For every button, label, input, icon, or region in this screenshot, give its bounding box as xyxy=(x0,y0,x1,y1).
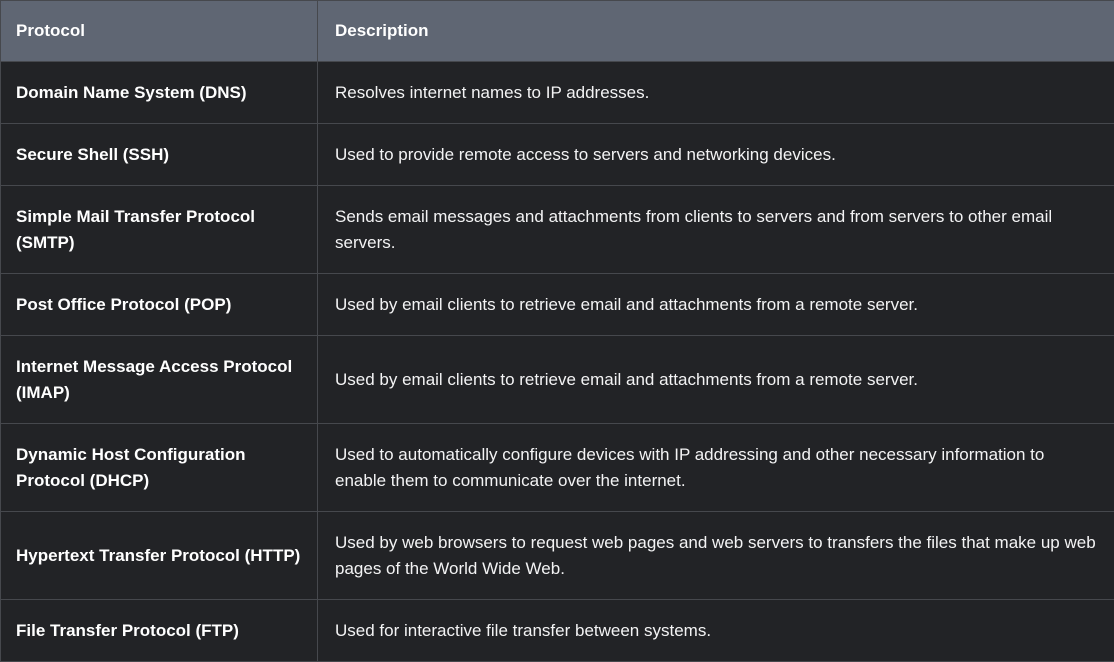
table-row: Simple Mail Transfer Protocol (SMTP) Sen… xyxy=(1,186,1114,274)
protocol-cell: Hypertext Transfer Protocol (HTTP) xyxy=(1,512,318,600)
table-row: Secure Shell (SSH) Used to provide remot… xyxy=(1,124,1114,186)
protocol-cell: Post Office Protocol (POP) xyxy=(1,274,318,336)
description-cell: Used to automatically configure devices … xyxy=(318,424,1114,512)
table-row: Post Office Protocol (POP) Used by email… xyxy=(1,274,1114,336)
protocol-cell: Dynamic Host Configuration Protocol (DHC… xyxy=(1,424,318,512)
table-header: Protocol Description xyxy=(1,1,1114,62)
table-row: File Transfer Protocol (FTP) Used for in… xyxy=(1,600,1114,662)
protocol-cell: File Transfer Protocol (FTP) xyxy=(1,600,318,662)
protocol-cell: Internet Message Access Protocol (IMAP) xyxy=(1,336,318,424)
table-row: Dynamic Host Configuration Protocol (DHC… xyxy=(1,424,1114,512)
table-row: Hypertext Transfer Protocol (HTTP) Used … xyxy=(1,512,1114,600)
protocol-cell: Simple Mail Transfer Protocol (SMTP) xyxy=(1,186,318,274)
table-header-row: Protocol Description xyxy=(1,1,1114,62)
description-cell: Used for interactive file transfer betwe… xyxy=(318,600,1114,662)
description-cell: Used by email clients to retrieve email … xyxy=(318,336,1114,424)
description-cell: Resolves internet names to IP addresses. xyxy=(318,62,1114,124)
description-cell: Used by email clients to retrieve email … xyxy=(318,274,1114,336)
description-cell: Used to provide remote access to servers… xyxy=(318,124,1114,186)
column-header-protocol: Protocol xyxy=(1,1,318,62)
table-row: Internet Message Access Protocol (IMAP) … xyxy=(1,336,1114,424)
description-cell: Sends email messages and attachments fro… xyxy=(318,186,1114,274)
protocol-cell: Secure Shell (SSH) xyxy=(1,124,318,186)
description-cell: Used by web browsers to request web page… xyxy=(318,512,1114,600)
protocol-table: Protocol Description Domain Name System … xyxy=(0,0,1114,662)
table-row: Domain Name System (DNS) Resolves intern… xyxy=(1,62,1114,124)
protocol-cell: Domain Name System (DNS) xyxy=(1,62,318,124)
column-header-description: Description xyxy=(318,1,1114,62)
table-body: Domain Name System (DNS) Resolves intern… xyxy=(1,62,1114,662)
